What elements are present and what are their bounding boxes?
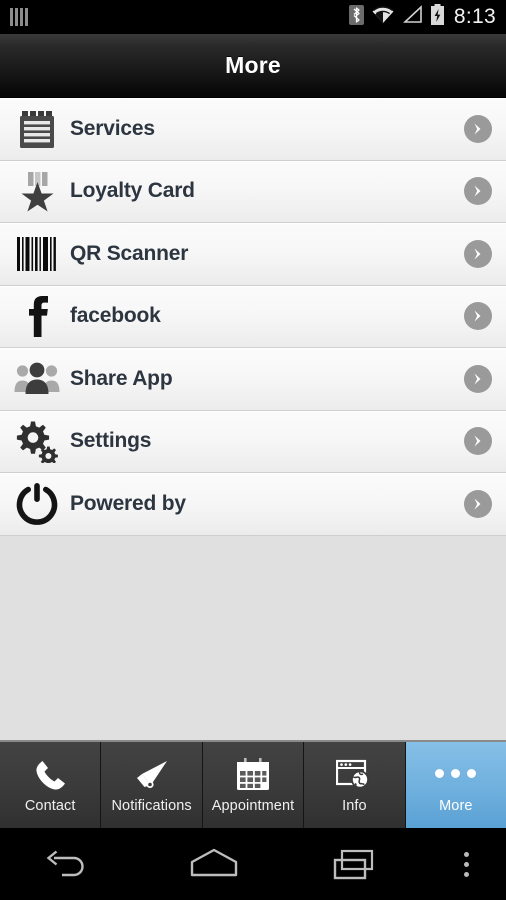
tab-more[interactable]: More	[405, 742, 506, 828]
tab-label: Appointment	[211, 797, 295, 814]
facebook-icon	[8, 292, 66, 340]
android-navigation-bar	[0, 828, 506, 900]
calendar-icon	[236, 757, 270, 791]
bottom-tab-bar: Contact Notifications Appointment Info M…	[0, 740, 506, 828]
chevron-right-icon[interactable]	[464, 177, 492, 206]
list-item-qr-scanner[interactable]: QR Scanner	[0, 223, 506, 286]
bluetooth-icon	[348, 4, 364, 30]
tab-appointment[interactable]: Appointment	[202, 742, 305, 828]
tab-label: Notifications	[111, 797, 192, 814]
list-item-services[interactable]: Services	[0, 98, 506, 161]
list-item-label: QR Scanner	[70, 241, 189, 265]
status-bar-left	[10, 8, 28, 26]
sim-bars-icon	[10, 8, 28, 26]
battery-charging-icon	[430, 4, 445, 30]
home-icon[interactable]	[143, 847, 286, 881]
status-bar-right: 8:13	[348, 4, 496, 30]
list-item-label: Settings	[70, 429, 152, 453]
list-item-powered-by[interactable]: Powered by	[0, 473, 506, 536]
gears-icon	[8, 417, 66, 465]
list-item-settings[interactable]: Settings	[0, 410, 506, 473]
more-menu-list: Services Loyalty Card QR Scanner faceboo…	[0, 98, 506, 536]
list-item-share-app[interactable]: Share App	[0, 348, 506, 411]
recents-icon[interactable]	[285, 847, 428, 881]
wifi-icon	[371, 5, 395, 29]
tab-label: More	[439, 797, 473, 814]
power-icon	[8, 480, 66, 528]
tab-notifications[interactable]: Notifications	[101, 742, 203, 828]
back-icon[interactable]	[0, 847, 143, 881]
browser-globe-icon	[336, 757, 372, 791]
cellular-signal-icon	[402, 5, 423, 29]
list-item-label: facebook	[70, 304, 161, 328]
chevron-right-icon[interactable]	[464, 364, 492, 393]
list-item-label: Services	[70, 116, 155, 140]
app-title-bar: More	[0, 34, 506, 98]
chevron-right-icon[interactable]	[464, 489, 492, 518]
tab-info[interactable]: Info	[304, 742, 406, 828]
status-bar-clock: 8:13	[453, 5, 496, 28]
medal-icon	[8, 167, 66, 215]
list-item-facebook[interactable]: facebook	[0, 285, 506, 348]
status-bar: 8:13	[0, 0, 506, 34]
tab-contact[interactable]: Contact	[0, 742, 102, 828]
phone-icon	[33, 757, 67, 791]
list-item-label: Loyalty Card	[70, 179, 195, 203]
chevron-right-icon[interactable]	[464, 427, 492, 456]
list-item-label: Share App	[70, 366, 173, 390]
people-icon	[8, 355, 66, 403]
chevron-right-icon[interactable]	[464, 302, 492, 331]
three-dots-icon	[435, 757, 477, 791]
list-item-label: Powered by	[70, 491, 186, 515]
chevron-right-icon[interactable]	[464, 114, 492, 143]
tab-label: Contact	[24, 797, 76, 814]
list-item-loyalty-card[interactable]: Loyalty Card	[0, 160, 506, 223]
chevron-right-icon[interactable]	[464, 239, 492, 268]
overflow-menu-icon[interactable]	[428, 851, 506, 877]
empty-content-area	[0, 535, 506, 739]
tab-label: Info	[342, 797, 367, 814]
megaphone-icon	[134, 757, 170, 791]
notepad-icon	[8, 105, 66, 153]
page-title: More	[225, 52, 281, 78]
phone-screen: 8:13 More Services Loyalty Card QR Scann…	[0, 0, 506, 900]
barcode-icon	[8, 230, 66, 278]
